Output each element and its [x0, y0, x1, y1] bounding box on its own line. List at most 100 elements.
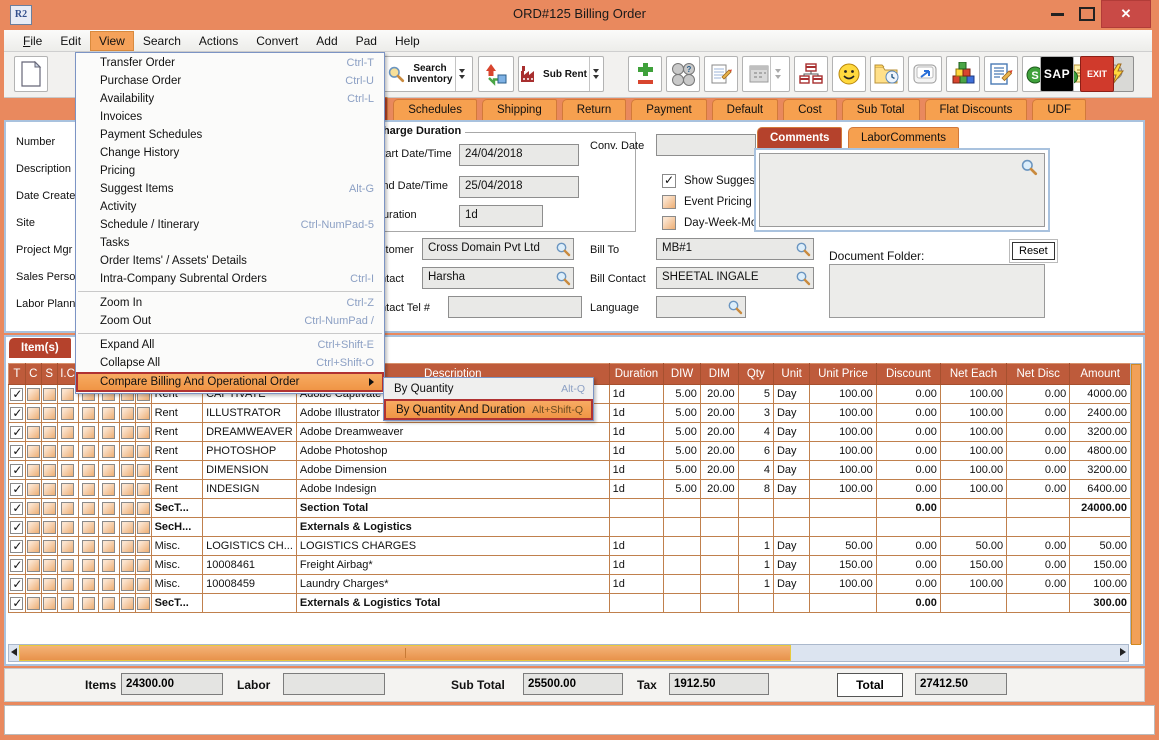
column-header[interactable]: Duration	[609, 364, 664, 385]
column-header[interactable]: S	[41, 364, 57, 385]
start-date-field[interactable]: 24/04/2018	[459, 144, 579, 166]
row-select-cell[interactable]	[9, 480, 26, 499]
reset-button[interactable]: Reset	[1012, 242, 1055, 260]
column-header[interactable]: C	[25, 364, 41, 385]
search-inventory-button[interactable]: SearchInventory	[383, 56, 473, 92]
end-date-field[interactable]: 25/04/2018	[459, 176, 579, 198]
compare-submenu-item[interactable]: By Quantity And Duration Alt+Shift-Q	[384, 399, 593, 420]
order-tab[interactable]: Cost	[783, 99, 837, 120]
row-select-cell[interactable]	[9, 594, 26, 613]
order-tab[interactable]: Sub Total	[842, 99, 920, 120]
bill-to-lookup-icon[interactable]	[795, 241, 811, 257]
comments-lookup-icon[interactable]	[1020, 158, 1038, 176]
notes-button[interactable]	[704, 56, 738, 92]
order-tab[interactable]: Flat Discounts	[925, 99, 1028, 120]
conv-date-field[interactable]	[656, 134, 756, 156]
order-tab[interactable]: UDF	[1032, 99, 1086, 120]
comments-tab[interactable]: Comments	[757, 127, 842, 148]
row-select-cell[interactable]	[9, 461, 26, 480]
column-header[interactable]: Net Disc	[1007, 364, 1070, 385]
order-tab[interactable]: Schedules	[393, 99, 477, 120]
suggest-items-button[interactable]: ?	[666, 56, 700, 92]
new-document-button[interactable]	[14, 56, 48, 92]
sub-rent-button[interactable]: Sub Rent	[518, 56, 604, 92]
row-select-cell[interactable]	[9, 575, 26, 594]
item-row[interactable]: Misc. 10008461 Freight Airbag* 1d 1 Day …	[9, 556, 1131, 575]
column-header[interactable]: Amount	[1070, 364, 1131, 385]
bill-contact-field[interactable]: SHEETAL INGALE	[656, 267, 814, 289]
view-menu-item[interactable]: Purchase Order Ctrl-U	[76, 72, 384, 90]
scroll-right-arrow[interactable]	[1120, 648, 1126, 656]
items-horizontal-scrollbar[interactable]	[8, 644, 1129, 662]
search-inventory-dropdown[interactable]	[455, 57, 469, 91]
menubar-item[interactable]: Search	[134, 31, 190, 51]
view-menu-item[interactable]: Change History	[76, 144, 384, 162]
order-tab[interactable]: Shipping	[482, 99, 557, 120]
language-lookup-icon[interactable]	[727, 299, 743, 315]
scroll-left-arrow[interactable]	[11, 648, 17, 656]
order-tab[interactable]: Default	[712, 99, 778, 120]
edit-notes-button[interactable]	[984, 56, 1018, 92]
column-header[interactable]: Qty	[738, 364, 773, 385]
column-header[interactable]: Unit Price	[810, 364, 876, 385]
menubar-item[interactable]: Convert	[247, 31, 307, 51]
labor-comments-tab[interactable]: LaborComments	[848, 127, 959, 148]
inventory-cubes-button[interactable]	[946, 56, 980, 92]
document-folder-box[interactable]	[829, 264, 1045, 318]
exit-button[interactable]: EXIT	[1080, 56, 1114, 92]
comments-textarea[interactable]	[759, 153, 1045, 227]
item-row[interactable]: Rent PHOTOSHOP Adobe Photoshop 1d 5.00 2…	[9, 442, 1131, 461]
language-field[interactable]	[656, 296, 746, 318]
show-suggestions-checkbox[interactable]	[662, 174, 676, 188]
view-menu-item[interactable]: Zoom In Ctrl-Z	[76, 294, 384, 312]
item-row[interactable]: Rent DREAMWEAVER Adobe Dreamweaver 1d 5.…	[9, 423, 1131, 442]
view-menu-item[interactable]: Payment Schedules	[76, 126, 384, 144]
row-select-cell[interactable]	[9, 442, 26, 461]
view-menu-item[interactable]: Intra-Company Subrental Orders Ctrl-I	[76, 270, 384, 288]
order-tab[interactable]: Return	[562, 99, 627, 120]
row-select-cell[interactable]	[9, 499, 26, 518]
history-folder-button[interactable]	[870, 56, 904, 92]
row-select-cell[interactable]	[9, 385, 26, 404]
view-menu-item[interactable]: Order Items' / Assets' Details	[76, 252, 384, 270]
column-header[interactable]: DIW	[664, 364, 701, 385]
item-row[interactable]: Rent DIMENSION Adobe Dimension 1d 5.00 2…	[9, 461, 1131, 480]
availability-button[interactable]	[478, 56, 514, 92]
bill-to-field[interactable]: MB#1	[656, 238, 814, 260]
minimize-button[interactable]	[1051, 13, 1064, 16]
view-menu-item[interactable]: Transfer Order Ctrl-T	[76, 54, 384, 72]
view-menu-item[interactable]: Collapse All Ctrl+Shift-O	[76, 354, 384, 372]
row-select-cell[interactable]	[9, 518, 26, 537]
column-header[interactable]: T	[9, 364, 26, 385]
contact-lookup-icon[interactable]	[555, 270, 571, 286]
add-remove-items-button[interactable]	[628, 56, 662, 92]
column-header[interactable]: DIM	[700, 364, 738, 385]
view-menu-item[interactable]: Zoom Out Ctrl-NumPad /	[76, 312, 384, 330]
customer-lookup-icon[interactable]	[555, 241, 571, 257]
customer-field[interactable]: Cross Domain Pvt Ltd	[422, 238, 574, 260]
view-menu-item[interactable]: Compare Billing And Operational Order	[76, 372, 384, 392]
sub-rent-dropdown[interactable]	[589, 57, 603, 91]
row-select-cell[interactable]	[9, 404, 26, 423]
column-header[interactable]: Unit	[773, 364, 809, 385]
item-row[interactable]: Misc. 10008459 Laundry Charges* 1d 1 Day…	[9, 575, 1131, 594]
menubar-item[interactable]: View	[90, 31, 134, 51]
view-menu-item[interactable]: Suggest Items Alt-G	[76, 180, 384, 198]
menubar-item[interactable]: Edit	[51, 31, 90, 51]
item-row[interactable]: Misc. LOGISTICS CH... LOGISTICS CHARGES …	[9, 537, 1131, 556]
view-menu-item[interactable]: Activity	[76, 198, 384, 216]
view-menu-item[interactable]: Expand All Ctrl+Shift-E	[76, 336, 384, 354]
row-select-cell[interactable]	[9, 423, 26, 442]
row-select-cell[interactable]	[9, 537, 26, 556]
column-header[interactable]: Discount	[876, 364, 940, 385]
item-row[interactable]: SecH... Externals & Logistics	[9, 518, 1131, 537]
org-chart-button[interactable]	[794, 56, 828, 92]
menubar-item[interactable]: Add	[307, 31, 346, 51]
view-menu-item[interactable]: Invoices	[76, 108, 384, 126]
event-pricing-checkbox[interactable]	[662, 195, 676, 209]
item-row[interactable]: SecT... Externals & Logistics Total 0.00	[9, 594, 1131, 613]
view-menu-item[interactable]: Tasks	[76, 234, 384, 252]
order-tab[interactable]: Payment	[631, 99, 706, 120]
close-button[interactable]: ✕	[1101, 0, 1151, 28]
menubar-item[interactable]: Pad	[347, 31, 386, 51]
